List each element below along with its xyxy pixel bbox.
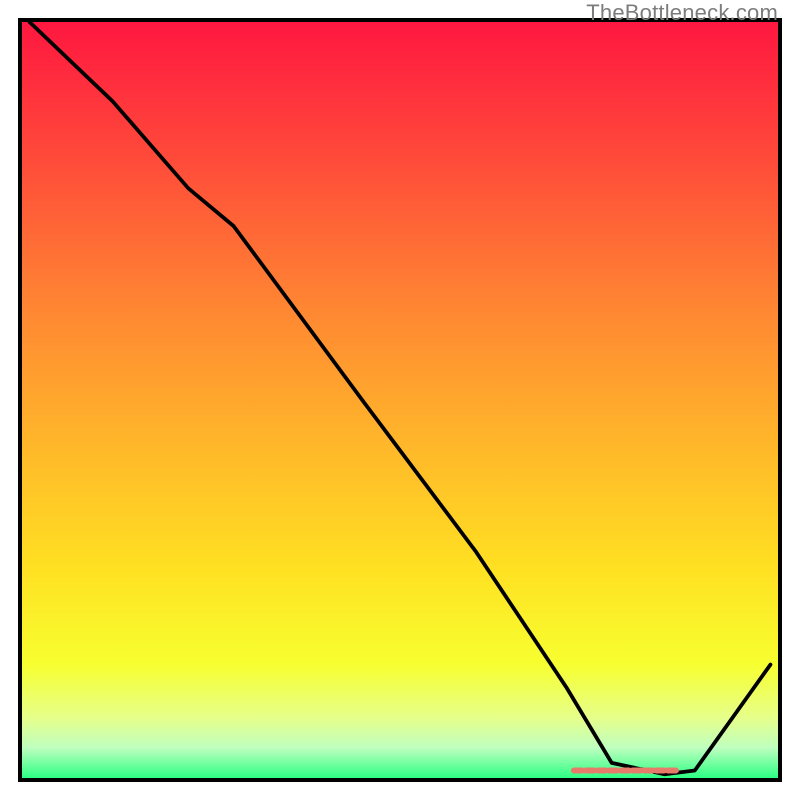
- watermark-text: TheBottleneck.com: [586, 0, 778, 26]
- canvas: TheBottleneck.com: [0, 0, 800, 800]
- plot-frame: [18, 18, 782, 782]
